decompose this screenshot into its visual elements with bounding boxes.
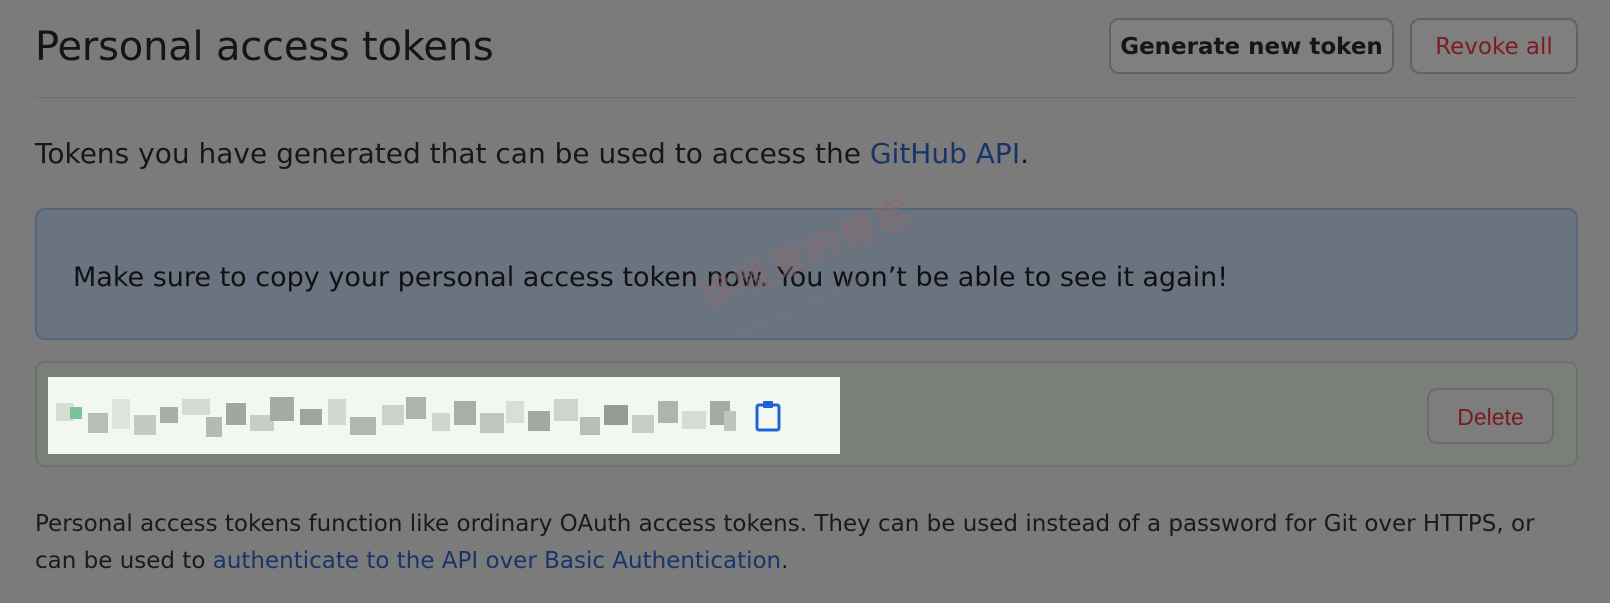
clipboard-icon[interactable] [753,399,783,433]
intro-text: Tokens you have generated that can be us… [35,137,1029,170]
token-value-field[interactable] [48,377,840,454]
copy-token-notice: Make sure to copy your personal access t… [35,208,1578,340]
redacted-token-mosaic [56,397,736,437]
token-help-suffix: . [781,548,789,574]
personal-access-tokens-page: Personal access tokens Generate new toke… [35,0,1578,574]
copy-token-notice-text: Make sure to copy your personal access t… [73,262,1229,293]
delete-token-button[interactable]: Delete [1427,388,1554,444]
page-title: Personal access tokens [35,24,494,70]
intro-prefix: Tokens you have generated that can be us… [35,137,870,170]
revoke-all-button[interactable]: Revoke all [1410,18,1578,74]
basic-auth-link[interactable]: authenticate to the API over Basic Authe… [213,548,781,574]
page-header: Personal access tokens Generate new toke… [35,0,1578,98]
github-api-link[interactable]: GitHub API [870,137,1020,170]
token-row: Delete [35,361,1578,467]
intro-suffix: . [1020,137,1029,170]
token-help-text: Personal access tokens function like ord… [35,506,1578,580]
generate-new-token-button[interactable]: Generate new token [1109,18,1394,74]
